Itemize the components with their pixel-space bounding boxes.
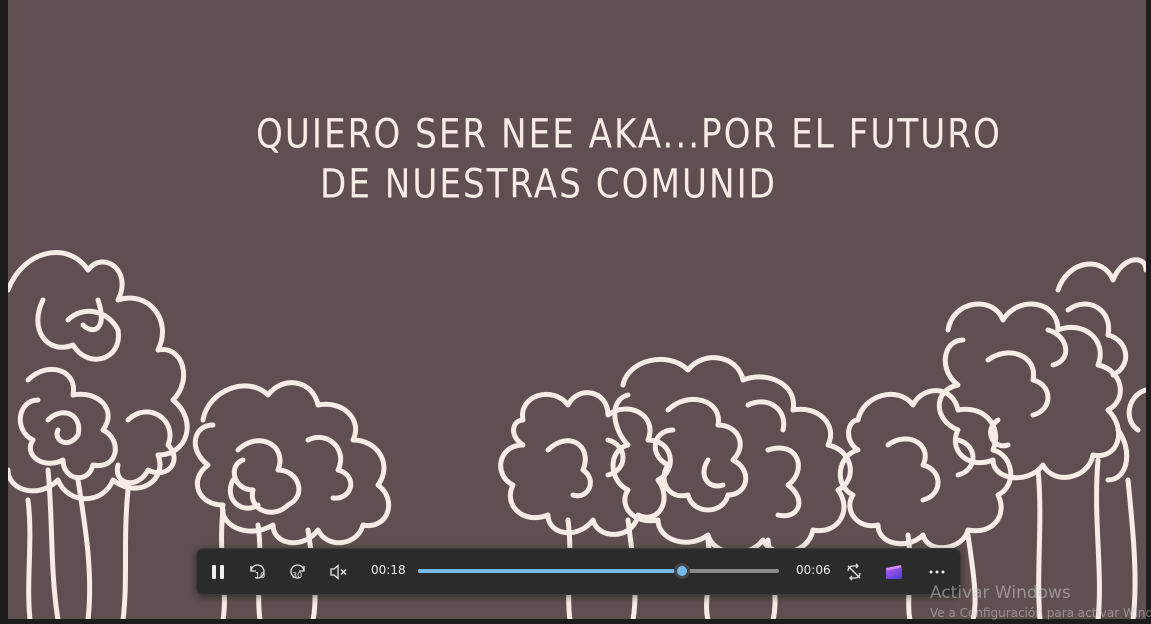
svg-text:30: 30 <box>292 571 302 580</box>
window-right-border <box>1146 0 1151 624</box>
window-left-border <box>0 0 8 624</box>
skip-forward-button[interactable]: 30 <box>283 549 313 594</box>
tree-right-trunk <box>905 457 1138 619</box>
seek-bar-fill <box>418 569 682 573</box>
window-bottom-border <box>0 619 1151 624</box>
muted-volume-icon <box>330 563 347 580</box>
svg-text:10: 10 <box>255 571 265 580</box>
tree-left-trunk-1 <box>25 467 131 619</box>
pause-icon <box>212 564 224 579</box>
repeat-icon <box>847 563 861 580</box>
rewind-10-icon: 10 <box>250 563 265 580</box>
video-frame[interactable]: QUIERO SER NEE AKA...POR EL FUTURO DE NU… <box>8 0 1146 619</box>
tree-middle-1 <box>498 390 673 537</box>
more-options-button[interactable] <box>922 549 952 594</box>
tree-right-3 <box>1055 257 1146 483</box>
play-pause-button[interactable] <box>203 549 233 594</box>
elapsed-time: 00:18 <box>371 563 406 577</box>
skip-back-button[interactable]: 10 <box>242 549 272 594</box>
media-controls-bar: 10 30 00:18 00:06 <box>196 548 961 595</box>
tree-right-1 <box>837 388 1014 551</box>
seek-bar[interactable] <box>418 563 779 579</box>
more-options-icon <box>929 570 945 573</box>
tree-line-illustration <box>8 250 1146 619</box>
remaining-time: 00:06 <box>796 563 831 577</box>
tree-right-2 <box>936 301 1123 481</box>
repeat-button[interactable] <box>839 549 869 594</box>
volume-button[interactable] <box>324 549 354 594</box>
forward-30-icon: 30 <box>290 563 305 580</box>
clipchamp-button[interactable] <box>879 549 909 594</box>
seek-bar-thumb[interactable] <box>673 563 690 579</box>
tree-left-1 <box>8 250 190 502</box>
tree-middle-2 <box>610 355 853 556</box>
clipchamp-icon <box>886 564 902 579</box>
